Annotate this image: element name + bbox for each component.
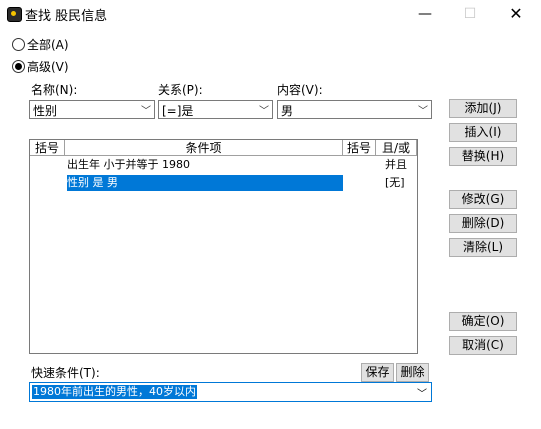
remove-quick-button[interactable]: 删除 <box>396 363 429 382</box>
insert-button[interactable]: 插入(I) <box>449 123 517 142</box>
chevron-down-icon: ﹀ <box>141 106 151 117</box>
maximize-button[interactable]: ☐ <box>447 0 493 28</box>
delete-button[interactable]: 删除(D) <box>449 214 517 233</box>
modify-button[interactable]: 修改(G) <box>449 190 517 209</box>
col-header-logic[interactable]: 且/或 <box>376 140 417 156</box>
radio-all[interactable] <box>12 38 25 51</box>
name-select[interactable]: 性别 ﹀ <box>29 100 155 119</box>
relation-select[interactable]: [=]是 ﹀ <box>158 100 273 119</box>
relation-label: 关系(P): <box>158 83 203 97</box>
col-header-open[interactable]: 括号 <box>30 140 65 156</box>
chevron-down-icon: ﹀ <box>417 389 427 400</box>
name-select-value: 性别 <box>33 104 58 118</box>
content-select-value: 男 <box>281 104 294 118</box>
clear-button[interactable]: 清除(L) <box>449 238 517 257</box>
ok-button[interactable]: 确定(O) <box>449 312 517 331</box>
content-select[interactable]: 男 ﹀ <box>277 100 432 119</box>
quick-label: 快速条件(T): <box>31 366 100 380</box>
radio-advanced[interactable] <box>12 60 25 73</box>
content-label: 内容(V): <box>277 83 323 97</box>
radio-advanced-label: 高级(V) <box>27 60 69 74</box>
name-label: 名称(N): <box>31 83 78 97</box>
save-button[interactable]: 保存 <box>361 363 394 382</box>
quick-condition-select[interactable]: 1980年前出生的男性，40岁以内 ﹀ <box>29 382 432 402</box>
col-header-condition[interactable]: 条件项 <box>65 140 343 156</box>
table-row-logic[interactable]: 并且 <box>385 157 407 173</box>
close-button[interactable]: ✕ <box>493 0 539 28</box>
table-row-condition-selected[interactable]: 性别 是 男 <box>67 175 343 191</box>
table-row-condition[interactable]: 出生年 小于并等于 1980 <box>67 157 342 173</box>
minimize-button[interactable]: — <box>402 0 448 28</box>
app-icon <box>7 7 22 22</box>
chevron-down-icon: ﹀ <box>259 106 269 117</box>
add-button[interactable]: 添加(J) <box>449 99 517 118</box>
radio-all-label: 全部(A) <box>27 38 69 52</box>
replace-button[interactable]: 替换(H) <box>449 147 517 166</box>
window-title: 查找 股民信息 <box>25 9 108 24</box>
condition-table[interactable]: 括号 条件项 括号 且/或 出生年 小于并等于 1980 并且 性别 是 男 [… <box>29 139 418 354</box>
table-row-logic[interactable]: [无] <box>385 175 405 191</box>
col-header-close[interactable]: 括号 <box>343 140 376 156</box>
chevron-down-icon: ﹀ <box>418 106 428 117</box>
cancel-button[interactable]: 取消(C) <box>449 336 517 355</box>
relation-select-value: [=]是 <box>162 104 194 118</box>
quick-condition-value: 1980年前出生的男性，40岁以内 <box>32 385 197 399</box>
